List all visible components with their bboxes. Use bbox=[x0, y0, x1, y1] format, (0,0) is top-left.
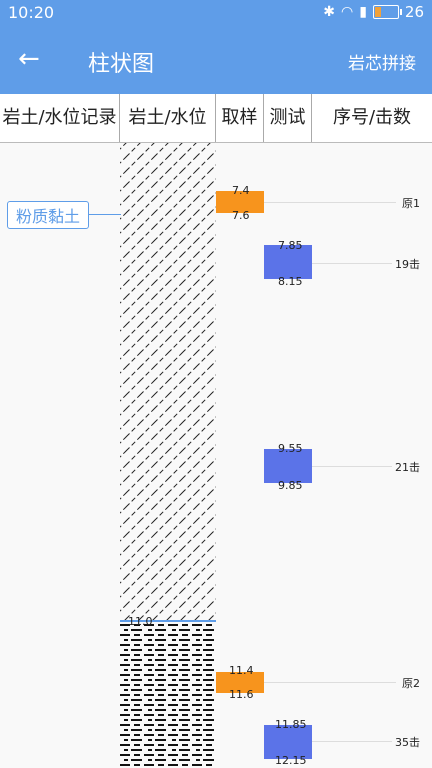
header-soil-water-record: 岩土/水位记录 bbox=[0, 94, 120, 142]
sample-bottom-depth: 7.6 bbox=[232, 209, 250, 222]
test-bottom-depth: 9.85 bbox=[278, 479, 303, 492]
header-sample: 取样 bbox=[216, 94, 264, 142]
core-splice-button[interactable]: 岩芯拼接 bbox=[348, 49, 416, 74]
test-label: 19击 bbox=[395, 258, 420, 271]
layer-name-tag[interactable]: 粉质黏土 bbox=[7, 201, 89, 229]
test-label: 35击 bbox=[395, 736, 420, 749]
header-index-blows: 序号/击数 bbox=[332, 107, 412, 128]
sample-label: 原1 bbox=[402, 197, 420, 210]
status-time: 10:20 bbox=[8, 3, 55, 22]
test-guide-line bbox=[312, 741, 392, 742]
app-bar: ← 柱状图 岩芯拼接 bbox=[0, 26, 432, 94]
battery-level: 26 bbox=[404, 3, 424, 21]
wifi-icon: ◠ bbox=[340, 4, 354, 20]
test-bottom-depth: 12.15 bbox=[275, 754, 307, 767]
test-top-depth: 11.85 bbox=[275, 718, 307, 731]
sample-label: 原2 bbox=[402, 677, 420, 690]
sample-top-depth: 11.4 bbox=[229, 664, 254, 677]
page-title: 柱状图 bbox=[88, 52, 155, 77]
sample-top-depth: 7.4 bbox=[232, 184, 250, 197]
column-chart[interactable]: 11.0 粉质黏土 7.4 7.6 原1 7.85 8.15 19击 9.55 … bbox=[0, 143, 432, 768]
test-bottom-depth: 8.15 bbox=[278, 275, 303, 288]
header-test: 测试 bbox=[264, 94, 312, 142]
status-bar: 10:20 ✱ ◠ ▮ 26 bbox=[0, 0, 432, 26]
water-level-label: 11.0 bbox=[128, 615, 153, 628]
back-arrow-icon[interactable]: ← bbox=[18, 46, 40, 72]
sample-bottom-depth: 11.6 bbox=[229, 688, 254, 701]
lower-layer bbox=[120, 623, 216, 768]
silty-clay-layer bbox=[120, 143, 216, 621]
sample-guide-line bbox=[264, 202, 396, 203]
bluetooth-icon: ✱ bbox=[323, 4, 335, 20]
status-icons: ✱ ◠ ▮ 26 bbox=[323, 3, 424, 21]
column-header: 岩土/水位记录 岩土/水位 取样 测试 序号/击数 bbox=[0, 94, 432, 143]
test-guide-line bbox=[312, 263, 392, 264]
test-top-depth: 7.85 bbox=[278, 239, 303, 252]
battery-icon bbox=[372, 5, 402, 19]
signal-icon: ▮ bbox=[359, 4, 367, 20]
test-top-depth: 9.55 bbox=[278, 442, 303, 455]
test-label: 21击 bbox=[395, 461, 420, 474]
test-guide-line bbox=[312, 466, 392, 467]
sample-guide-line bbox=[264, 682, 396, 683]
header-soil-water: 岩土/水位 bbox=[120, 94, 216, 142]
layer-tag-connector bbox=[89, 214, 121, 215]
